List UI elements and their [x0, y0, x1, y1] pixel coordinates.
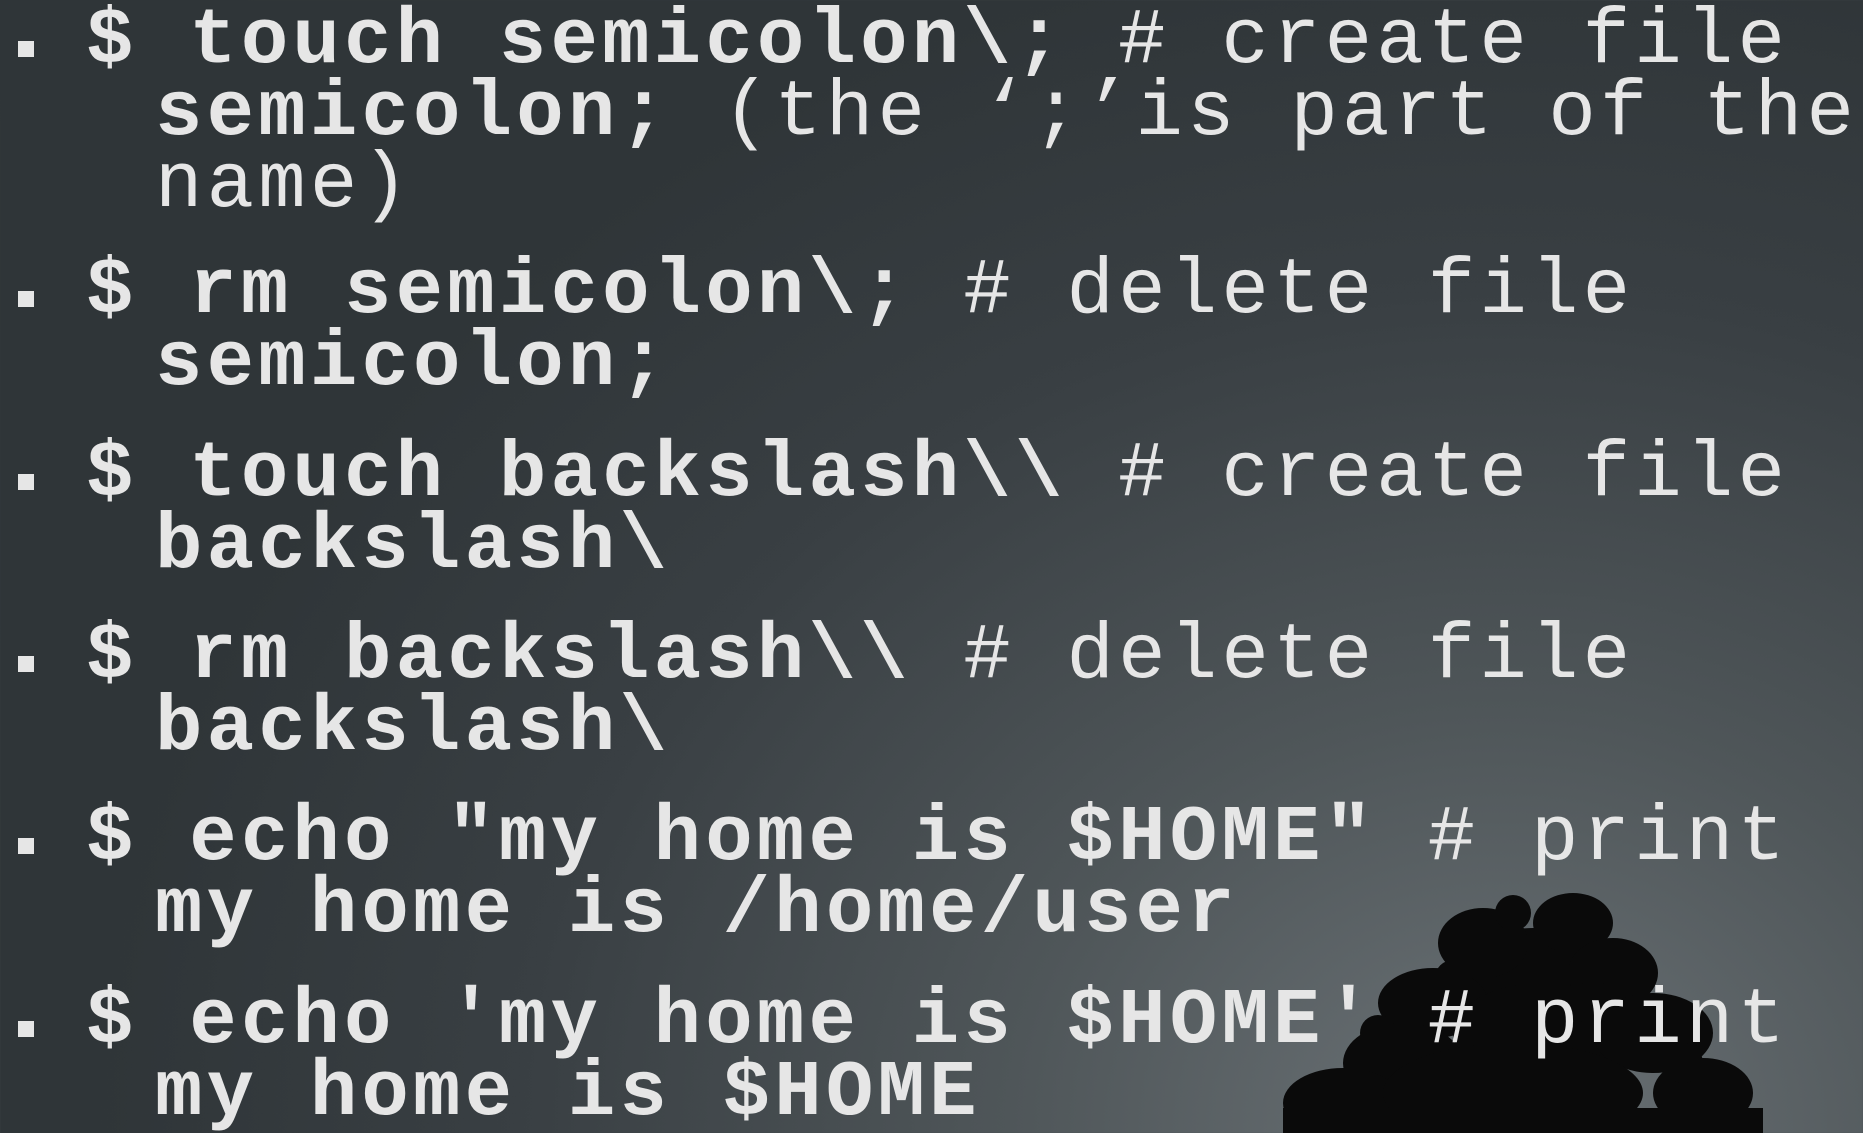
continuation-bold-text: my home is /home/user: [155, 865, 1239, 955]
continuation-line: backslash\: [155, 689, 671, 768]
continuation-text-2: name): [155, 140, 414, 230]
bullet-marker: [18, 474, 34, 490]
continuation-line: semicolon;: [155, 324, 671, 403]
continuation-bold-text: backslash\: [155, 501, 672, 591]
comment-text: # print: [1376, 793, 1790, 883]
slide: $ touch semicolon\; # create file semico…: [0, 0, 1863, 1133]
continuation-line: backslash\: [155, 507, 671, 586]
continuation-line-2: name): [155, 146, 413, 225]
comment-text: # create file: [1066, 429, 1790, 519]
continuation-bold-text: my home is $HOME: [155, 1048, 981, 1133]
comment-text: # delete file: [911, 246, 1635, 336]
bullet-marker: [18, 838, 34, 854]
comment-text: # print: [1376, 976, 1790, 1066]
continuation-bold-text: backslash\: [155, 683, 672, 773]
bullet-marker: [18, 41, 34, 57]
comment-text: # delete file: [911, 611, 1635, 701]
continuation-bold-text: semicolon;: [155, 318, 672, 408]
continuation-text: (the ‘;’is part of the: [671, 68, 1859, 158]
continuation-line: my home is /home/user: [155, 871, 1239, 950]
continuation-line: my home is $HOME: [155, 1054, 981, 1133]
bullet-marker: [18, 291, 34, 307]
bullet-marker: [18, 1021, 34, 1037]
bullet-marker: [18, 656, 34, 672]
